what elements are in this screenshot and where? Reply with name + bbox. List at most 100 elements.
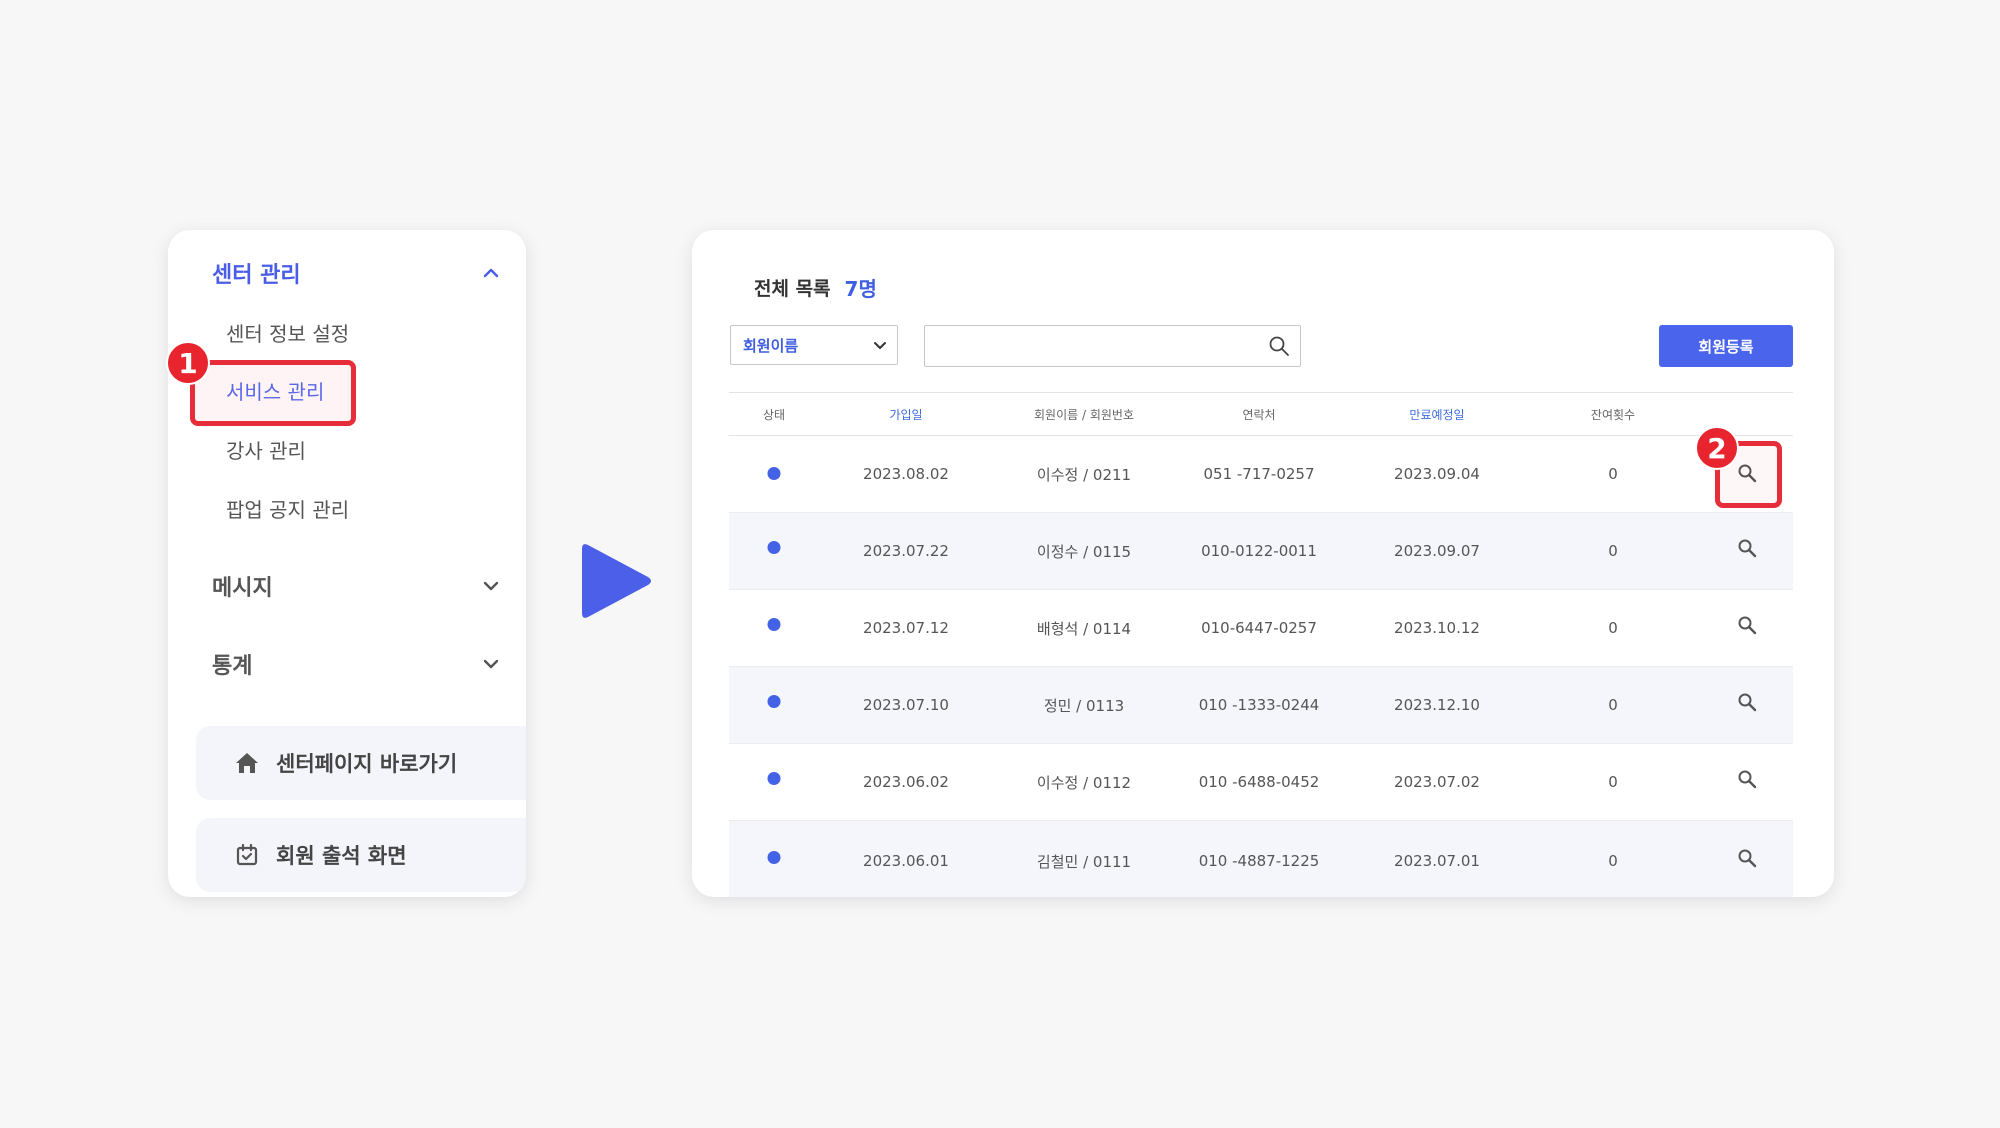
- status-dot-icon: [767, 466, 781, 480]
- phone-cell: 010-6447-0257: [1201, 619, 1317, 637]
- chevron-down-icon: [478, 651, 504, 677]
- member-cell: 이정수 / 0115: [1036, 542, 1132, 561]
- magnifier-icon[interactable]: [1734, 689, 1760, 715]
- join-date-cell: 2023.06.01: [863, 852, 949, 870]
- expiry-cell: 2023.07.01: [1394, 852, 1480, 870]
- expiry-cell: 2023.09.07: [1394, 542, 1480, 560]
- sidebar-item-center-info[interactable]: 센터 정보 설정: [226, 315, 349, 349]
- status-dot: [767, 667, 781, 743]
- table-row[interactable]: 2023.07.10 정민 / 0113 010 -1333-0244 2023.12…: [729, 667, 1793, 744]
- sidebar-item-label: 팝업 공지 관리: [226, 497, 350, 522]
- member-attendance-button[interactable]: 회원 출석 화면: [196, 818, 526, 892]
- status-dot-icon: [767, 850, 781, 864]
- member-table: 상태 가입일 회원이름 / 회원번호 연락처 만료예정일 잔여횟수 2023.0…: [729, 392, 1793, 897]
- member-count: 7명: [844, 276, 877, 301]
- sidebar-panel: 센터 관리 센터 정보 설정 서비스 관리 강사 관리 팝업 공지 관리 메시지…: [168, 230, 526, 897]
- center-page-shortcut-button[interactable]: 센터페이지 바로가기: [196, 726, 526, 800]
- remaining-cell: 0: [1608, 852, 1618, 870]
- play-arrow-icon: [582, 544, 651, 618]
- sidebar-item-instructor-management[interactable]: 강사 관리: [226, 432, 306, 466]
- column-header-status: 상태: [762, 407, 786, 422]
- chevron-down-icon: [478, 573, 504, 599]
- column-header-member: 회원이름 / 회원번호: [1034, 407, 1134, 422]
- search-icon[interactable]: [1268, 335, 1290, 357]
- status-dot-icon: [767, 617, 781, 631]
- view-detail-button[interactable]: [1734, 513, 1760, 589]
- table-row[interactable]: 2023.07.12 배형석 / 0114 010-6447-0257 2023.10…: [729, 590, 1793, 667]
- status-dot: [767, 590, 781, 666]
- status-dot: [767, 744, 781, 820]
- section-statistics[interactable]: 통계: [212, 644, 504, 684]
- chevron-up-icon: [478, 260, 504, 286]
- phone-cell: 010 -1333-0244: [1198, 696, 1320, 714]
- phone-cell: 051 -717-0257: [1203, 465, 1315, 483]
- remaining-cell: 0: [1608, 542, 1618, 560]
- magnifier-icon[interactable]: [1734, 612, 1760, 638]
- search-filter-select[interactable]: 회원이름: [730, 325, 898, 365]
- step-badge-1: 1: [166, 341, 210, 385]
- home-icon: [232, 748, 262, 778]
- chevron-down-icon: [873, 336, 887, 354]
- expiry-cell: 2023.07.02: [1394, 773, 1480, 791]
- calendar-check-icon: [232, 840, 262, 870]
- sidebar-item-label: 센터 정보 설정: [226, 321, 350, 346]
- section-label: 통계: [212, 654, 253, 679]
- member-cell: 이수정 / 0211: [1036, 465, 1132, 484]
- view-detail-button[interactable]: [1734, 590, 1760, 666]
- section-center-management[interactable]: 센터 관리: [212, 253, 504, 293]
- search-input[interactable]: [925, 326, 1265, 364]
- status-dot: [767, 821, 781, 897]
- section-label: 센터 관리: [212, 263, 301, 288]
- remaining-cell: 0: [1608, 696, 1618, 714]
- expiry-cell: 2023.10.12: [1394, 619, 1480, 637]
- expiry-cell: 2023.12.10: [1394, 696, 1480, 714]
- section-messages[interactable]: 메시지: [212, 566, 504, 606]
- sidebar-item-service-management[interactable]: 서비스 관리: [226, 373, 324, 407]
- shortcut-label: 회원 출석 화면: [276, 844, 407, 868]
- phone-cell: 010 -4887-1225: [1198, 852, 1320, 870]
- step-badge-2: 2: [1695, 426, 1739, 470]
- phone-cell: 010-0122-0011: [1201, 542, 1317, 560]
- table-body: 2023.08.02 이수정 / 0211 051 -717-0257 2023.09…: [729, 436, 1793, 897]
- status-dot: [767, 436, 781, 512]
- view-detail-button[interactable]: [1734, 744, 1760, 820]
- column-header-remaining: 잔여횟수: [1590, 407, 1636, 422]
- remaining-cell: 0: [1608, 619, 1618, 637]
- select-value: 회원이름: [743, 336, 799, 355]
- status-dot-icon: [767, 771, 781, 785]
- status-dot-icon: [767, 540, 781, 554]
- sidebar-item-popup-notice[interactable]: 팝업 공지 관리: [226, 491, 349, 525]
- magnifier-icon[interactable]: [1734, 766, 1760, 792]
- list-title: 전체 목록: [754, 277, 831, 300]
- shortcut-label: 센터페이지 바로가기: [276, 752, 458, 776]
- view-detail-button[interactable]: [1734, 821, 1760, 897]
- register-member-button[interactable]: 회원등록: [1659, 325, 1793, 367]
- status-dot-icon: [767, 694, 781, 708]
- column-header-expiry[interactable]: 만료예정일: [1409, 393, 1464, 435]
- column-header-join-date[interactable]: 가입일: [889, 393, 922, 435]
- status-dot: [767, 513, 781, 589]
- table-row[interactable]: 2023.06.02 이수정 / 0112 010 -6488-0452 2023.0…: [729, 744, 1793, 821]
- remaining-cell: 0: [1608, 773, 1618, 791]
- member-cell: 배형석 / 0114: [1036, 619, 1132, 638]
- phone-cell: 010 -6488-0452: [1198, 773, 1320, 791]
- join-date-cell: 2023.07.10: [863, 696, 949, 714]
- join-date-cell: 2023.06.02: [863, 773, 949, 791]
- join-date-cell: 2023.07.12: [863, 619, 949, 637]
- table-row[interactable]: 2023.07.22 이정수 / 0115 010-0122-0011 2023.09…: [729, 513, 1793, 590]
- join-date-cell: 2023.07.22: [863, 542, 949, 560]
- view-detail-button[interactable]: [1734, 667, 1760, 743]
- member-cell: 정민 / 0113: [1043, 696, 1125, 715]
- table-row[interactable]: 2023.08.02 이수정 / 0211 051 -717-0257 2023.09…: [729, 436, 1793, 513]
- expiry-cell: 2023.09.04: [1394, 465, 1480, 483]
- member-cell: 이수정 / 0112: [1036, 773, 1132, 792]
- magnifier-icon[interactable]: [1734, 845, 1760, 871]
- search-field: [924, 325, 1301, 367]
- table-row[interactable]: 2023.06.01 김철민 / 0111 010 -4887-1225 2023.0…: [729, 821, 1793, 897]
- magnifier-icon[interactable]: [1734, 535, 1760, 561]
- sidebar-item-label: 서비스 관리: [226, 379, 325, 404]
- member-cell: 김철민 / 0111: [1036, 852, 1132, 871]
- join-date-cell: 2023.08.02: [863, 465, 949, 483]
- remaining-cell: 0: [1608, 465, 1618, 483]
- section-label: 메시지: [212, 576, 273, 601]
